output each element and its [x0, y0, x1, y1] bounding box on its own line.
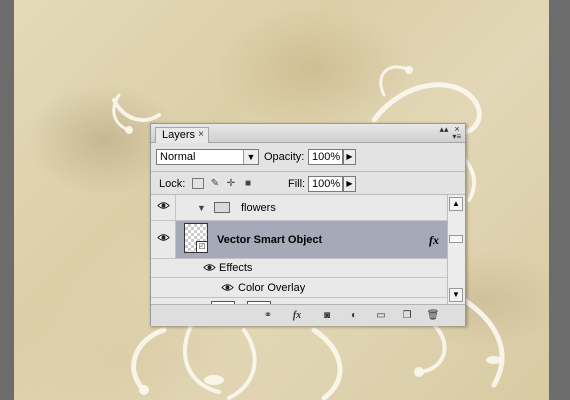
- lock-label: Lock:: [159, 178, 186, 190]
- mask-icon[interactable]: ◙: [320, 309, 334, 322]
- layer-thumbnail: ◰: [184, 223, 208, 253]
- tab-close-icon[interactable]: ×: [198, 128, 204, 142]
- layers-panel: Layers × ▴▴ × ▾≡ Normal ▼ Opacity: 100% …: [150, 123, 466, 326]
- fill-label: Fill:: [288, 178, 306, 190]
- panel-titlebar[interactable]: Layers × ▴▴ × ▾≡: [151, 124, 465, 143]
- group-expand-icon[interactable]: ▼: [197, 203, 206, 213]
- lock-move-icon[interactable]: ✛: [225, 178, 237, 189]
- lock-brush-icon[interactable]: ✎: [209, 178, 221, 189]
- collapse-icon[interactable]: ▴▴: [439, 125, 449, 134]
- opacity-label: Opacity:: [264, 151, 305, 163]
- blend-opacity-row: Normal ▼ Opacity: 100% ▶: [151, 143, 465, 172]
- layer-name-flowers: flowers: [241, 202, 276, 214]
- lock-fill-row: Lock: ✎ ✛ ■ Fill: 100% ▶: [151, 172, 465, 195]
- color-overlay-label: Color Overlay: [238, 282, 306, 294]
- layer-row-vector-smart-object[interactable]: ◰ Vector Smart Object fx: [151, 221, 447, 259]
- opacity-slider-button[interactable]: ▶: [343, 149, 356, 165]
- layers-bottom-toolbar: ⚭ fx ◙ ◐ ▭ ❐ 🗑: [151, 304, 465, 326]
- lock-all-icon[interactable]: ■: [242, 178, 254, 189]
- layer-row-flowers[interactable]: ▼ flowers: [151, 195, 447, 221]
- link-icon[interactable]: ⚭: [261, 309, 275, 322]
- fill-input[interactable]: 100%: [308, 176, 343, 192]
- effects-row[interactable]: Effects: [151, 259, 447, 278]
- fx-badge-icon[interactable]: fx: [429, 233, 439, 248]
- panel-menu-icon[interactable]: ▾≡: [452, 132, 461, 141]
- layers-scrollbar[interactable]: ▲ ▼: [447, 195, 465, 304]
- blend-mode-value: Normal: [160, 151, 196, 163]
- new-layer-icon[interactable]: ❐: [400, 309, 414, 322]
- trash-icon[interactable]: 🗑: [426, 309, 440, 322]
- color-overlay-row[interactable]: Color Overlay: [151, 278, 447, 298]
- layer-name-smart-object: Vector Smart Object: [217, 234, 323, 246]
- layers-list: ▼ flowers ◰ Vector Smart Object fx Effec…: [151, 195, 447, 304]
- fill-slider-button[interactable]: ▶: [343, 176, 356, 192]
- effects-label: Effects: [219, 262, 253, 274]
- lock-transparency-icon[interactable]: [192, 178, 204, 189]
- scroll-down-icon[interactable]: ▼: [449, 288, 463, 302]
- chevron-down-icon[interactable]: ▼: [243, 150, 258, 164]
- smart-object-badge-icon: ◰: [196, 241, 208, 253]
- adjustment-icon[interactable]: ◐: [347, 309, 361, 322]
- eye-icon[interactable]: [203, 263, 216, 275]
- blend-mode-select[interactable]: Normal ▼: [156, 149, 259, 165]
- opacity-input[interactable]: 100%: [308, 149, 343, 165]
- tab-layers-label: Layers: [162, 129, 196, 141]
- new-group-icon[interactable]: ▭: [374, 309, 388, 322]
- scroll-thumb[interactable]: [449, 235, 463, 243]
- folder-icon: [214, 202, 230, 213]
- eye-icon[interactable]: [151, 221, 176, 258]
- scroll-up-icon[interactable]: ▲: [449, 197, 463, 211]
- eye-icon[interactable]: [221, 283, 234, 295]
- fx-icon[interactable]: fx: [290, 309, 304, 322]
- eye-icon[interactable]: [151, 195, 176, 220]
- tab-layers[interactable]: Layers ×: [155, 127, 209, 143]
